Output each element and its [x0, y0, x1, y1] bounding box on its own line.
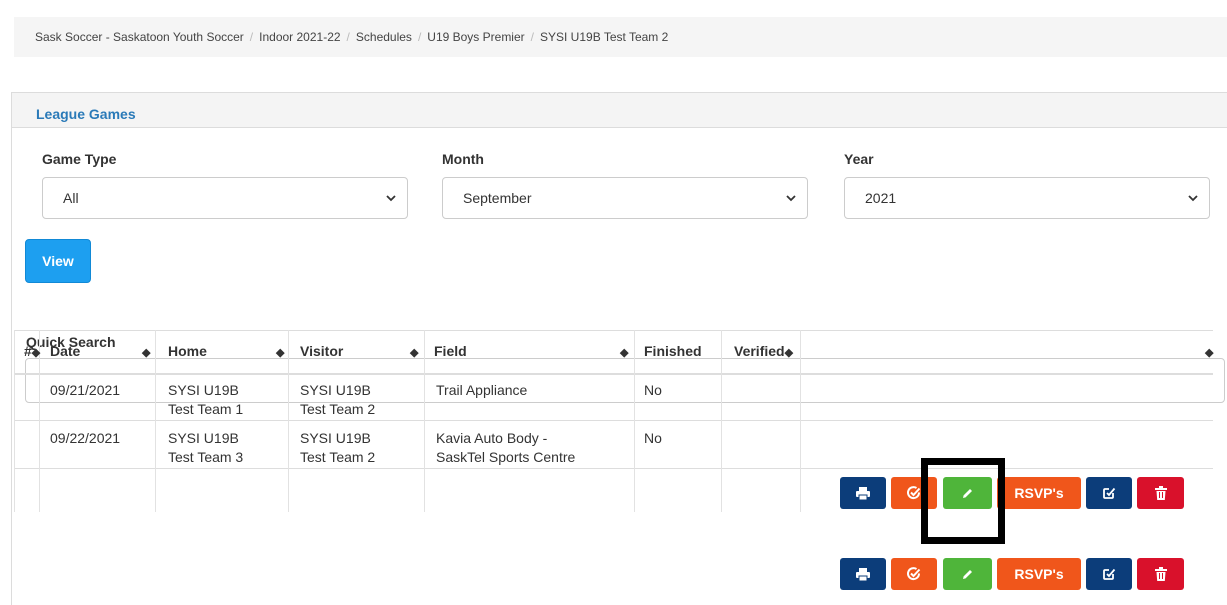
- rsvp-button[interactable]: RSVP's: [997, 558, 1081, 590]
- col-header-field[interactable]: Field: [434, 343, 467, 359]
- breadcrumb-item-schedules[interactable]: Schedules: [356, 30, 412, 44]
- year-select[interactable]: 2021: [844, 177, 1210, 219]
- print-button[interactable]: [840, 558, 886, 590]
- edit-check-icon: [1103, 568, 1116, 580]
- cell-visitor: SYSI U19B Test Team 2: [300, 430, 376, 465]
- breadcrumb-item-team: SYSI U19B Test Team 2: [540, 30, 669, 44]
- edit-score-button[interactable]: [943, 558, 992, 590]
- pencil-icon: [963, 569, 972, 579]
- cell-home: SYSI U19B Test Team 1: [168, 382, 244, 417]
- month-label: Month: [442, 151, 484, 167]
- sort-icon: ◆: [31, 347, 41, 359]
- check-circle-icon: [907, 486, 921, 500]
- cell-home: SYSI U19B Test Team 3: [168, 430, 244, 465]
- trash-icon: [1154, 567, 1167, 581]
- sort-icon[interactable]: ◆: [142, 343, 150, 359]
- col-header-finished[interactable]: Finished: [644, 343, 702, 359]
- chevron-down-icon: [1188, 195, 1198, 202]
- view-button[interactable]: View: [25, 239, 91, 283]
- edit-check-icon: [1103, 487, 1116, 499]
- pencil-icon: [963, 488, 972, 498]
- panel-title: League Games: [36, 106, 136, 122]
- edit-game-button[interactable]: [1086, 477, 1132, 509]
- breadcrumb-separator: /: [417, 30, 422, 44]
- breadcrumb: Sask Soccer - Saskatoon Youth Soccer / Ind…: [14, 17, 1227, 57]
- edit-game-button[interactable]: [1086, 558, 1132, 590]
- chevron-down-icon: [386, 195, 396, 202]
- breadcrumb-item-division[interactable]: U19 Boys Premier: [427, 30, 524, 44]
- cell-field: Kavia Auto Body - SaskTel Sports Centre: [436, 430, 576, 465]
- verify-button[interactable]: [891, 477, 937, 509]
- breadcrumb-separator: /: [249, 30, 254, 44]
- year-value: 2021: [865, 190, 897, 206]
- game-type-select[interactable]: All: [42, 177, 408, 219]
- verify-button[interactable]: [891, 558, 937, 590]
- sort-icon: ◆: [784, 347, 794, 359]
- cell-finished: No: [644, 430, 662, 446]
- breadcrumb-separator: /: [530, 30, 534, 44]
- month-value: September: [463, 190, 532, 206]
- game-type-value: All: [63, 190, 79, 206]
- delete-button[interactable]: [1137, 477, 1184, 509]
- sort-icon[interactable]: ◆: [1205, 343, 1213, 359]
- sort-icon[interactable]: ◆: [620, 343, 628, 359]
- print-icon: [856, 486, 870, 500]
- print-icon: [856, 567, 870, 581]
- cell-finished: No: [644, 382, 662, 398]
- col-header-date[interactable]: Date: [50, 343, 80, 359]
- breadcrumb-item-season[interactable]: Indoor 2021-22: [259, 30, 340, 44]
- col-header-verified[interactable]: Verified◆: [734, 343, 793, 359]
- trash-icon: [1154, 486, 1167, 500]
- edit-score-button[interactable]: [943, 477, 992, 509]
- cell-visitor: SYSI U19B Test Team 2: [300, 382, 376, 417]
- col-header-visitor[interactable]: Visitor: [300, 343, 343, 359]
- breadcrumb-item-org[interactable]: Sask Soccer - Saskatoon Youth Soccer: [35, 30, 244, 44]
- game-type-label: Game Type: [42, 151, 117, 167]
- breadcrumb-separator: /: [346, 30, 350, 44]
- col-header-num[interactable]: #◆: [24, 343, 40, 359]
- cell-date: 09/22/2021: [50, 430, 121, 446]
- year-label: Year: [844, 151, 874, 167]
- sort-icon[interactable]: ◆: [410, 343, 418, 359]
- check-circle-icon: [907, 567, 921, 581]
- panel-heading: [12, 93, 1227, 128]
- col-header-home[interactable]: Home: [168, 343, 207, 359]
- cell-field: Trail Appliance: [436, 382, 528, 398]
- print-button[interactable]: [840, 477, 886, 509]
- month-select[interactable]: September: [442, 177, 808, 219]
- chevron-down-icon: [786, 195, 796, 202]
- rsvp-button[interactable]: RSVP's: [997, 477, 1081, 509]
- delete-button[interactable]: [1137, 558, 1184, 590]
- cell-date: 09/21/2021: [50, 382, 121, 398]
- sort-icon[interactable]: ◆: [276, 343, 284, 359]
